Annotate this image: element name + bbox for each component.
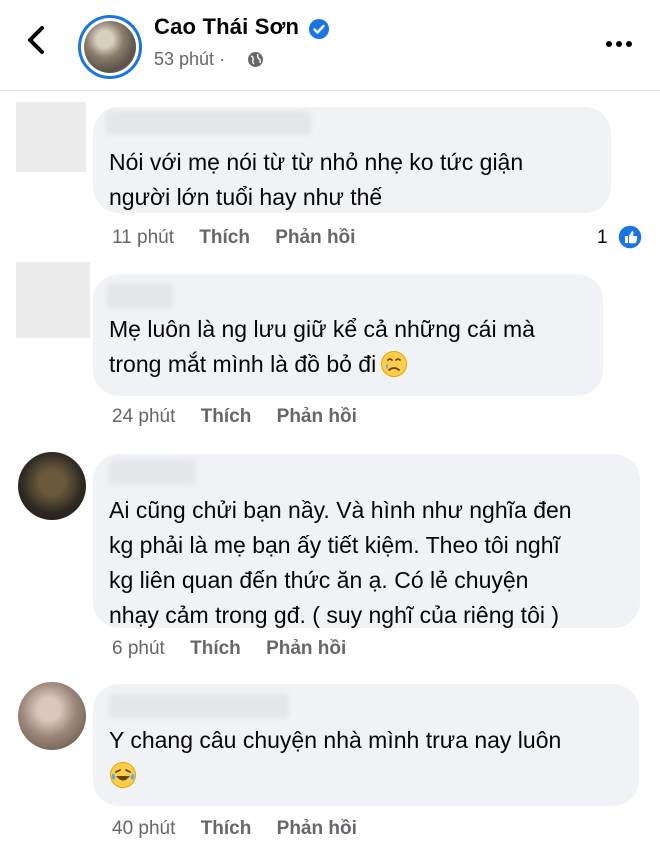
comment-text: Mẹ luôn là ng lưu giữ kể cả những cái mà…: [109, 316, 535, 377]
author-avatar[interactable]: [78, 15, 142, 79]
commenter-name[interactable]: [107, 284, 173, 308]
like-button[interactable]: Thích: [190, 638, 241, 659]
comment-actions: 40 phút Thích Phản hồi: [112, 818, 357, 840]
comment-time[interactable]: 11 phút: [112, 227, 174, 248]
reply-button[interactable]: Phản hồi: [266, 638, 346, 659]
commenter-avatar[interactable]: [16, 102, 86, 172]
commenter-name[interactable]: [109, 694, 289, 718]
like-button[interactable]: Thích: [199, 227, 250, 248]
post-meta: 53 phút ·: [154, 49, 225, 70]
comment-bubble: Y chang câu chuyện nhà mình trưa nay luô…: [93, 684, 639, 806]
verified-badge-icon: [309, 19, 329, 39]
post-header: Cao Thái Sơn 53 phút ·: [0, 0, 660, 91]
comment-actions: 11 phút Thích Phản hồi: [112, 227, 355, 249]
commenter-name[interactable]: [109, 460, 195, 484]
back-arrow-icon[interactable]: [22, 22, 52, 58]
reaction-count[interactable]: 1: [597, 227, 608, 249]
comment-text: Nói với mẹ nói từ từ nhỏ nhẹ ko tức giận…: [109, 149, 524, 210]
reply-button[interactable]: Phản hồi: [275, 227, 355, 248]
commenter-avatar[interactable]: [18, 682, 86, 750]
comment-text: Y chang câu chuyện nhà mình trưa nay luô…: [109, 723, 561, 793]
comment-text: Ai cũng chửi bạn nầy. Và hình như nghĩa …: [109, 497, 572, 628]
comment-actions: 24 phút Thích Phản hồi: [112, 406, 357, 428]
commenter-name[interactable]: [106, 111, 312, 135]
comment-time[interactable]: 24 phút: [112, 406, 175, 427]
reply-button[interactable]: Phản hồi: [277, 818, 357, 839]
crying-face-icon: [381, 351, 408, 377]
like-button[interactable]: Thích: [201, 818, 252, 839]
comment-actions: 6 phút Thích Phản hồi: [112, 638, 346, 660]
globe-icon: [248, 52, 263, 67]
like-button[interactable]: Thích: [201, 406, 252, 427]
post-time[interactable]: 53 phút: [154, 49, 214, 69]
commenter-avatar[interactable]: [16, 262, 90, 338]
more-options-icon[interactable]: [606, 34, 638, 47]
author-name[interactable]: Cao Thái Sơn: [154, 14, 299, 40]
comment-bubble: Nói với mẹ nói từ từ nhỏ nhẹ ko tức giận…: [93, 107, 611, 213]
reply-button[interactable]: Phản hồi: [277, 406, 357, 427]
commenter-avatar[interactable]: [18, 452, 86, 520]
comment-time[interactable]: 6 phút: [112, 638, 165, 659]
like-reaction-icon[interactable]: [617, 224, 643, 250]
meta-separator: ·: [219, 49, 226, 69]
comment-bubble: Ai cũng chửi bạn nầy. Và hình như nghĩa …: [93, 454, 640, 628]
comment-bubble: Mẹ luôn là ng lưu giữ kể cả những cái mà…: [93, 274, 603, 396]
laughing-tears-icon: [110, 762, 136, 788]
comment-time[interactable]: 40 phút: [112, 818, 175, 839]
